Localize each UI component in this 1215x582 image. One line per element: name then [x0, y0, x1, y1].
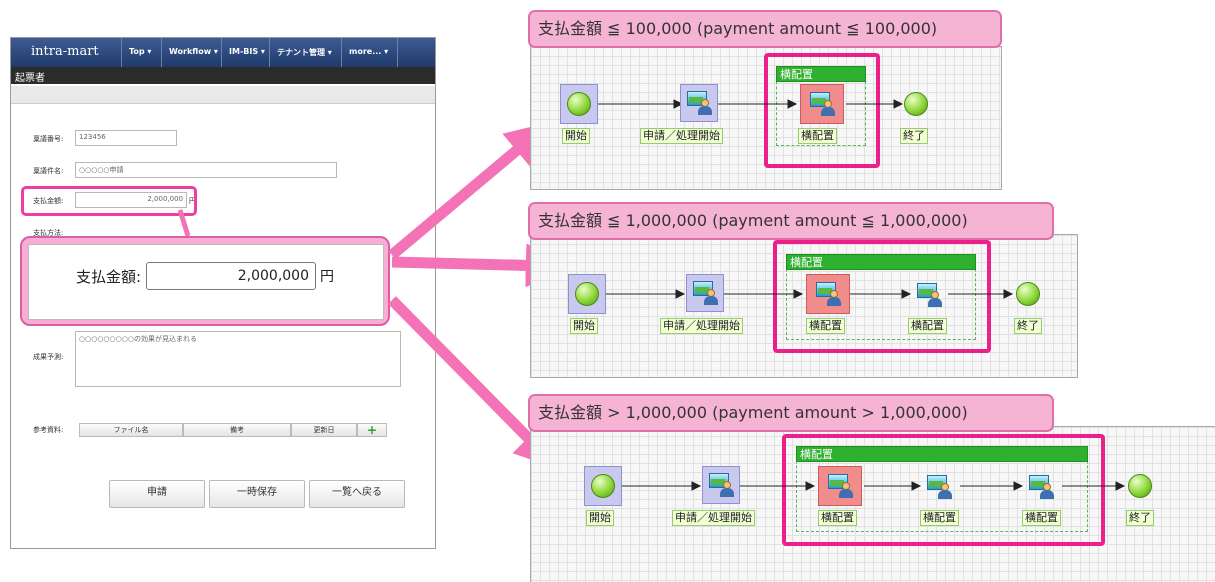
flow-3-node-horizontal-1: [818, 466, 862, 506]
flow-3-label-horizontal-2: 横配置: [920, 510, 959, 526]
flow-3-label-horizontal-3: 横配置: [1022, 510, 1061, 526]
flow-3-node-start: [584, 466, 622, 506]
user-task-icon: [709, 473, 735, 497]
flow-3-label-end: 終了: [1126, 510, 1154, 526]
flow-3-label-apply: 申請／処理開始: [672, 510, 755, 526]
user-task-icon: [927, 475, 953, 499]
user-task-icon: [828, 474, 854, 498]
flow-3-label-start: 開始: [586, 510, 614, 526]
user-task-icon: [1029, 475, 1055, 499]
flow-3-end-icon: [1128, 474, 1152, 498]
start-icon: [591, 474, 615, 498]
flow-3-node-apply: [702, 466, 740, 504]
flow-3-node-horizontal-2: [924, 472, 956, 502]
flow-3-label-horizontal-1: 横配置: [818, 510, 857, 526]
flow-3-node-horizontal-3: [1026, 472, 1058, 502]
